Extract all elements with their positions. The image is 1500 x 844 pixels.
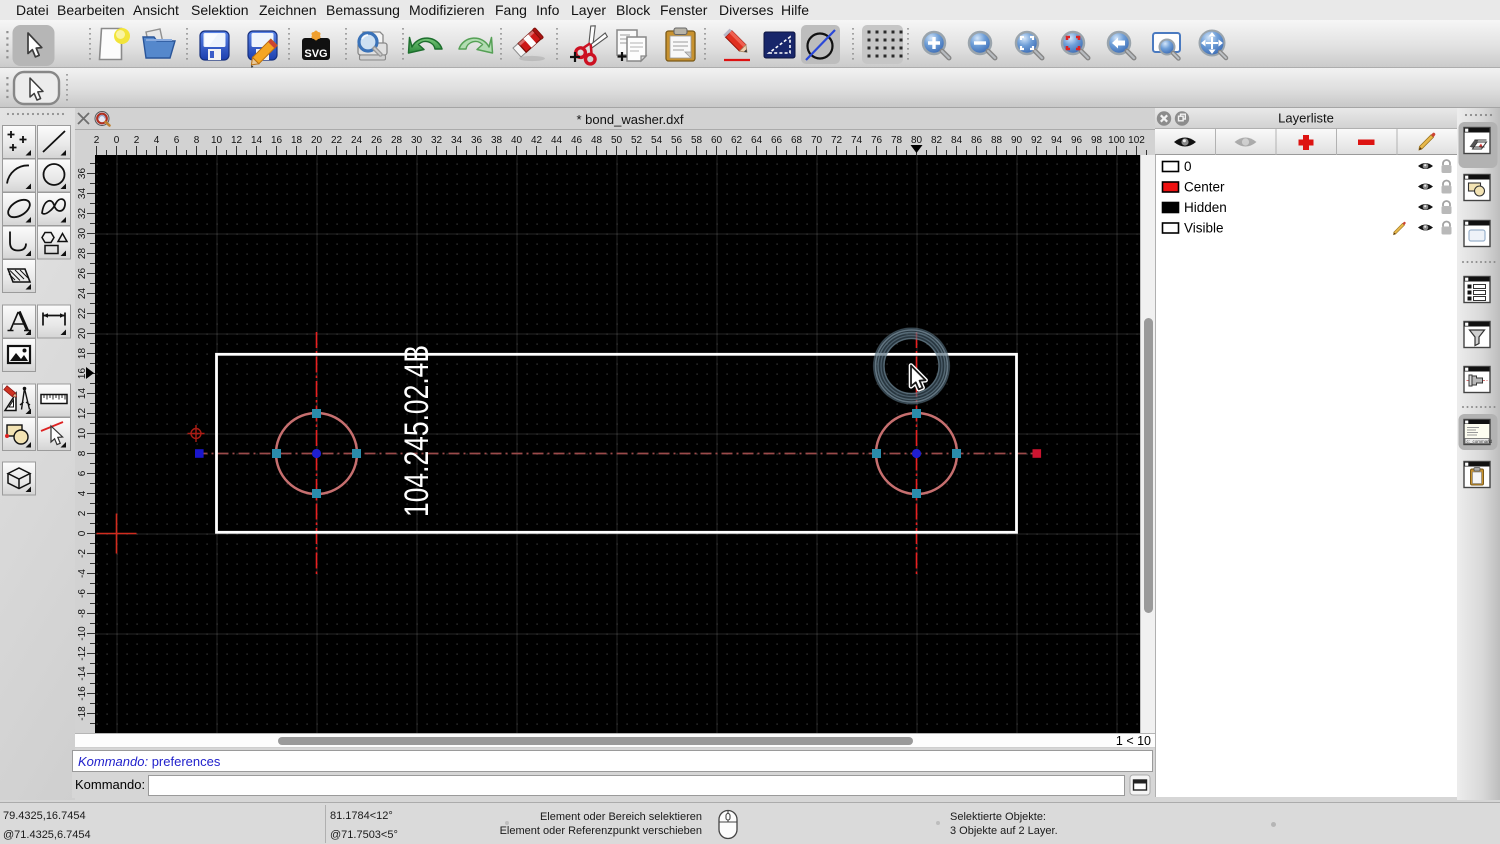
svg-text:32: 32	[431, 135, 443, 146]
svg-text:2: 2	[134, 135, 140, 146]
svg-text:52: 52	[631, 135, 643, 146]
svg-text:18: 18	[291, 135, 303, 146]
svg-text:30: 30	[77, 228, 88, 240]
svg-text:Hidden: Hidden	[1184, 200, 1227, 215]
svg-text:2: 2	[77, 510, 88, 516]
svg-text:10: 10	[211, 135, 223, 146]
svg-text:SVG: SVG	[304, 48, 327, 60]
svg-text:34: 34	[77, 188, 88, 200]
svg-text:0: 0	[77, 530, 88, 536]
svg-text:38: 38	[491, 135, 503, 146]
svg-text:40: 40	[511, 135, 523, 146]
svg-text:Layerliste: Layerliste	[1278, 111, 1334, 126]
svg-text:104.245.02.4B: 104.245.02.4B	[398, 345, 436, 517]
svg-text:4: 4	[77, 490, 88, 496]
svg-text:68: 68	[791, 135, 803, 146]
svg-text:36: 36	[471, 135, 483, 146]
svg-text:-12: -12	[77, 646, 88, 661]
svg-text:90: 90	[1011, 135, 1023, 146]
svg-text:102: 102	[1128, 135, 1145, 146]
svg-text:8: 8	[77, 450, 88, 456]
svg-text:28: 28	[77, 248, 88, 260]
svg-text:34: 34	[451, 135, 463, 146]
svg-text:20: 20	[311, 135, 323, 146]
svg-text:58: 58	[691, 135, 703, 146]
svg-text:24: 24	[351, 135, 363, 146]
svg-text:4: 4	[154, 135, 160, 146]
svg-text:2: 2	[94, 135, 100, 146]
svg-text:Visible: Visible	[1184, 221, 1224, 236]
svg-text:0: 0	[1184, 159, 1192, 174]
svg-text:-14: -14	[77, 666, 88, 681]
svg-text:16: 16	[271, 135, 283, 146]
svg-text:50: 50	[611, 135, 623, 146]
svg-text:12: 12	[77, 408, 88, 420]
svg-text:-10: -10	[77, 626, 88, 641]
svg-text:100: 100	[1108, 135, 1125, 146]
svg-text:-6: -6	[77, 589, 88, 598]
svg-text:36: 36	[77, 168, 88, 180]
svg-text:84: 84	[951, 135, 963, 146]
svg-text:48: 48	[591, 135, 603, 146]
svg-text:12: 12	[231, 135, 243, 146]
svg-text:c:_command: c:_command	[1467, 439, 1493, 444]
svg-text:22: 22	[77, 308, 88, 320]
svg-text:98: 98	[1091, 135, 1103, 146]
svg-text:60: 60	[711, 135, 723, 146]
svg-text:-2: -2	[77, 549, 88, 558]
svg-text:86: 86	[971, 135, 983, 146]
svg-text:14: 14	[77, 388, 88, 400]
svg-text:6: 6	[174, 135, 180, 146]
svg-text:-4: -4	[77, 569, 88, 578]
svg-text:14: 14	[251, 135, 263, 146]
svg-text:44: 44	[551, 135, 563, 146]
svg-text:18: 18	[77, 348, 88, 360]
svg-text:82: 82	[931, 135, 943, 146]
svg-text:-8: -8	[77, 609, 88, 618]
svg-text:64: 64	[751, 135, 763, 146]
svg-text:92: 92	[1031, 135, 1043, 146]
svg-text:80: 80	[911, 135, 923, 146]
svg-text:42: 42	[531, 135, 543, 146]
svg-text:0: 0	[114, 135, 120, 146]
svg-text:22: 22	[331, 135, 343, 146]
svg-text:78: 78	[891, 135, 903, 146]
svg-text:94: 94	[1051, 135, 1063, 146]
svg-text:96: 96	[1071, 135, 1083, 146]
svg-text:Center: Center	[1184, 180, 1225, 195]
svg-text:32: 32	[77, 208, 88, 220]
svg-text:46: 46	[571, 135, 583, 146]
svg-text:6: 6	[77, 470, 88, 476]
svg-text:26: 26	[371, 135, 383, 146]
svg-text:54: 54	[651, 135, 663, 146]
svg-text:10: 10	[77, 428, 88, 440]
svg-text:28: 28	[391, 135, 403, 146]
svg-text:62: 62	[731, 135, 743, 146]
svg-text:74: 74	[851, 135, 863, 146]
svg-text:-16: -16	[77, 686, 88, 701]
svg-text:8: 8	[194, 135, 200, 146]
svg-text:24: 24	[77, 288, 88, 300]
svg-text:26: 26	[77, 268, 88, 280]
svg-text:76: 76	[871, 135, 883, 146]
svg-text:88: 88	[991, 135, 1003, 146]
svg-text:70: 70	[811, 135, 823, 146]
svg-text:66: 66	[771, 135, 783, 146]
svg-text:-18: -18	[77, 706, 88, 721]
svg-text:20: 20	[77, 328, 88, 340]
svg-text:56: 56	[671, 135, 683, 146]
svg-text:30: 30	[411, 135, 423, 146]
svg-text:72: 72	[831, 135, 843, 146]
